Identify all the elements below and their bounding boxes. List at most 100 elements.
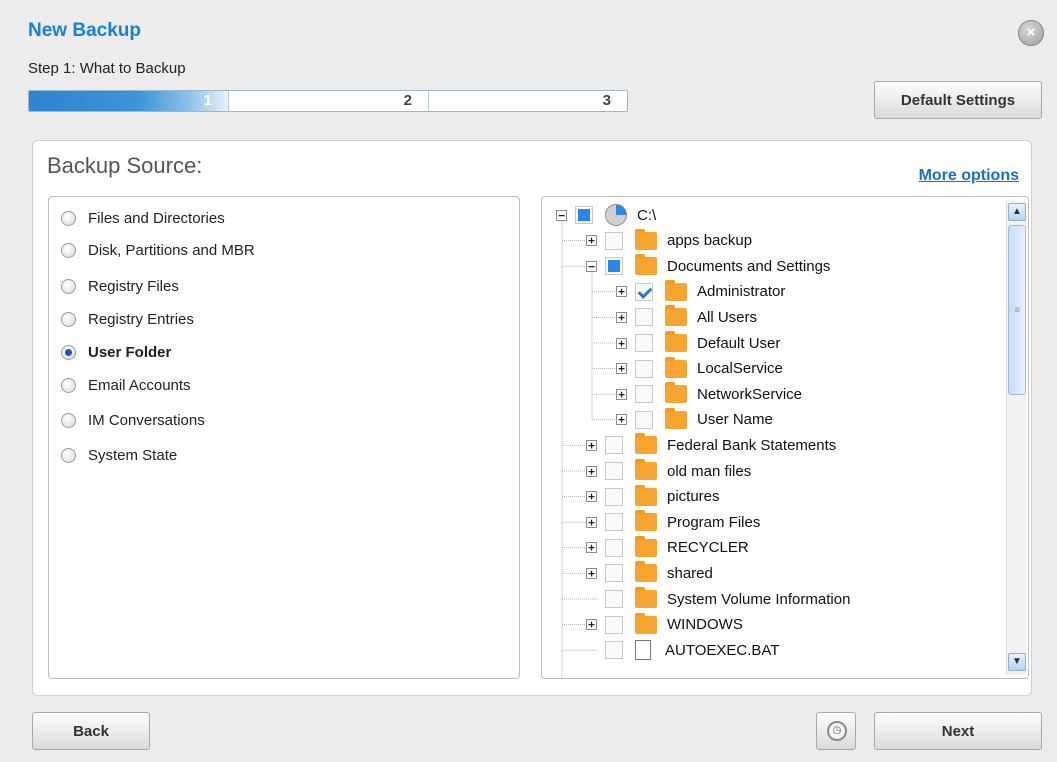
new-backup-dialog: New Backup × Step 1: What to Backup 1 2 … xyxy=(0,0,1057,762)
source-option-label: System State xyxy=(88,446,178,464)
drive-icon xyxy=(605,204,627,226)
source-option[interactable]: Registry Entries xyxy=(61,308,194,330)
radio-button[interactable] xyxy=(61,278,76,294)
scrollbar-thumb[interactable]: ≡ xyxy=(1008,225,1026,395)
tree-checkbox[interactable] xyxy=(605,590,623,608)
expand-icon[interactable]: + xyxy=(616,363,627,375)
source-option[interactable]: Files and Directories xyxy=(61,207,225,229)
folder-icon xyxy=(665,331,687,352)
tree-checkbox[interactable] xyxy=(635,410,653,429)
tree-checkbox[interactable] xyxy=(605,538,623,557)
tree-checkbox[interactable] xyxy=(605,231,623,250)
tree-checkbox[interactable] xyxy=(575,206,593,224)
folder-icon xyxy=(665,356,687,378)
backup-source-title: Backup Source: xyxy=(47,153,203,178)
radio-button[interactable] xyxy=(61,242,76,258)
tree-checkbox[interactable] xyxy=(635,359,653,378)
chevron-up-icon[interactable]: ▲ xyxy=(1008,203,1026,221)
radio-button[interactable] xyxy=(61,344,76,360)
radio-button[interactable] xyxy=(61,311,76,327)
tree-checkbox[interactable] xyxy=(605,436,623,455)
back-button[interactable]: Back xyxy=(32,712,150,750)
folder-icon xyxy=(665,305,687,327)
tree-checkbox[interactable] xyxy=(605,487,623,506)
default-settings-button[interactable]: Default Settings xyxy=(874,81,1042,119)
expand-icon[interactable]: + xyxy=(616,414,627,426)
tree-checkbox[interactable] xyxy=(635,334,653,352)
source-option[interactable]: IM Conversations xyxy=(61,409,205,431)
tree-node[interactable]: − Documents and Settings xyxy=(586,254,830,278)
folder-icon xyxy=(635,433,657,455)
tree-node[interactable]: + RECYCLER xyxy=(586,535,749,560)
radio-button[interactable] xyxy=(61,447,76,463)
tree-node[interactable]: + apps backup xyxy=(586,228,752,253)
schedule-button[interactable]: ◷ xyxy=(816,712,856,750)
tree-node-label: Default User xyxy=(697,334,781,352)
expand-icon[interactable]: + xyxy=(586,491,597,503)
folder-icon xyxy=(635,561,657,583)
radio-button[interactable] xyxy=(61,412,76,428)
tree-node-label: C:\ xyxy=(637,206,657,224)
more-options-link[interactable]: More options xyxy=(919,167,1019,185)
tree-checkbox[interactable] xyxy=(635,308,653,327)
backup-source-list: Files and Directories Disk, Partitions an… xyxy=(48,196,520,679)
chevron-down-icon[interactable]: ▼ xyxy=(1008,653,1026,671)
expand-icon[interactable]: + xyxy=(586,439,597,451)
expand-icon[interactable]: + xyxy=(586,465,597,477)
tree-node[interactable]: + old man files xyxy=(586,459,751,483)
folder-icon xyxy=(635,228,657,250)
expand-icon[interactable]: + xyxy=(616,388,627,400)
next-button[interactable]: Next xyxy=(874,712,1042,750)
tree-checkbox[interactable] xyxy=(605,615,623,634)
tree-node[interactable]: + Default User xyxy=(616,331,780,355)
folder-icon xyxy=(665,382,687,404)
tree-node[interactable]: + Program Files xyxy=(586,510,760,534)
collapse-icon[interactable]: − xyxy=(586,260,597,272)
tree-node-label: AUTOEXEC.BAT xyxy=(665,641,780,659)
tree-checkbox[interactable] xyxy=(635,282,653,301)
expand-icon[interactable]: + xyxy=(586,516,597,528)
expand-icon[interactable]: + xyxy=(616,286,627,298)
tree-node[interactable]: + User Name xyxy=(616,407,773,432)
tree-node[interactable]: + All Users xyxy=(616,305,757,329)
expand-icon[interactable]: + xyxy=(586,619,597,631)
tree-checkbox[interactable] xyxy=(635,385,653,404)
radio-button[interactable] xyxy=(61,377,76,393)
expand-icon[interactable]: + xyxy=(616,337,627,349)
close-icon[interactable]: × xyxy=(1018,20,1044,46)
tree-node[interactable]: System Volume Information xyxy=(586,587,850,611)
tree-node[interactable]: + NetworkService xyxy=(616,382,802,406)
expand-icon[interactable]: + xyxy=(616,311,627,323)
source-option[interactable]: Disk, Partitions and MBR xyxy=(61,239,255,261)
tree-node[interactable]: + LocalService xyxy=(616,356,783,381)
tree-scrollbar[interactable]: ▲ ≡ ▼ xyxy=(1006,201,1026,675)
source-option-label: Registry Files xyxy=(88,277,179,295)
tree-node[interactable]: + shared xyxy=(586,561,713,585)
collapse-icon[interactable]: − xyxy=(556,209,567,221)
tree-node-label: Documents and Settings xyxy=(667,257,831,275)
step-1-marker: 1 xyxy=(29,91,229,111)
tree-checkbox[interactable] xyxy=(605,641,623,660)
tree-node-label: User Name xyxy=(697,411,773,429)
source-option[interactable]: Registry Files xyxy=(61,275,179,297)
tree-node[interactable]: + pictures xyxy=(586,484,720,509)
source-option[interactable]: Email Accounts xyxy=(61,374,191,396)
folder-tree: − C:\ + apps backup − Documents and Settings +… xyxy=(541,196,1029,679)
source-option[interactable]: System State xyxy=(61,444,177,466)
tree-node[interactable]: + Administrator xyxy=(616,279,785,304)
tree-node[interactable]: + Federal Bank Statements xyxy=(586,433,836,457)
tree-node[interactable]: − C:\ xyxy=(556,203,656,227)
expand-icon[interactable]: + xyxy=(586,235,597,247)
tree-checkbox[interactable] xyxy=(605,513,623,532)
tree-checkbox[interactable] xyxy=(605,257,623,276)
tree-node[interactable]: + WINDOWS xyxy=(586,612,743,637)
tree-checkbox[interactable] xyxy=(605,462,623,480)
tree-checkbox[interactable] xyxy=(605,564,623,583)
expand-icon[interactable]: + xyxy=(586,567,597,579)
radio-button[interactable] xyxy=(61,210,76,226)
tree-node[interactable]: AUTOEXEC.BAT xyxy=(586,638,779,662)
source-option[interactable]: User Folder xyxy=(61,341,171,363)
expand-icon[interactable]: + xyxy=(586,542,597,554)
source-option-label: IM Conversations xyxy=(88,411,205,429)
